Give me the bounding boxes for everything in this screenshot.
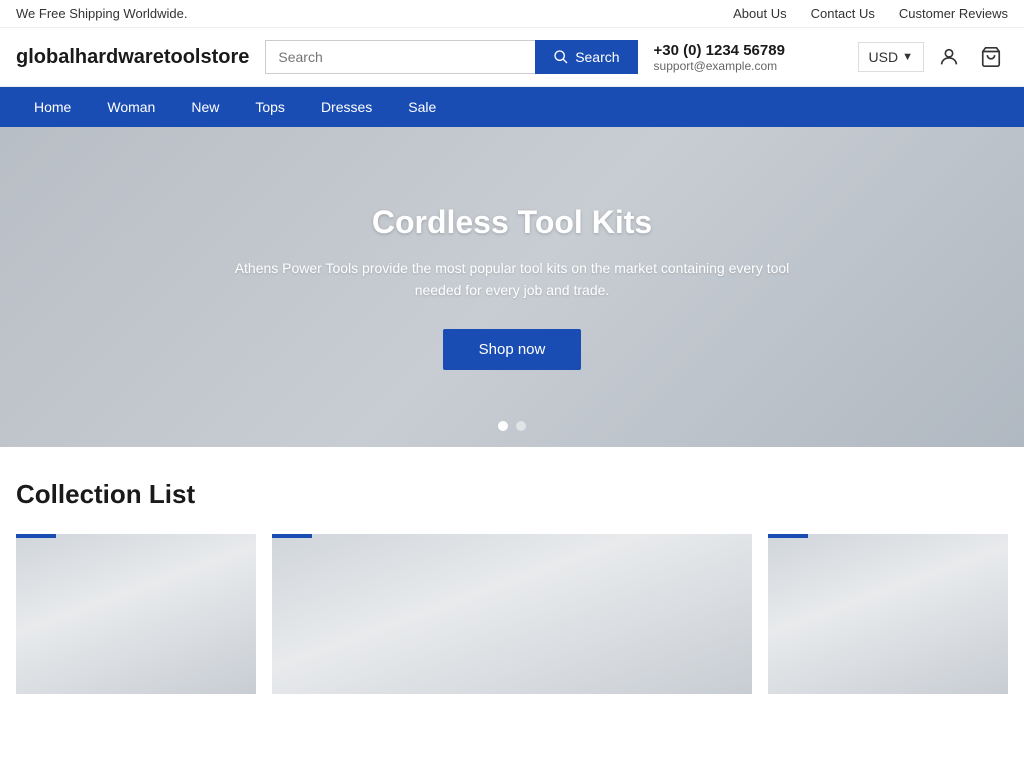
search-icon <box>553 49 569 65</box>
search-button-label: Search <box>575 49 619 65</box>
hero-description: Athens Power Tools provide the most popu… <box>212 257 812 302</box>
contact-phone: +30 (0) 1234 56789 <box>654 42 834 59</box>
customer-reviews-link[interactable]: Customer Reviews <box>899 6 1008 21</box>
nav-item-woman[interactable]: Woman <box>89 87 173 127</box>
nav-item-home[interactable]: Home <box>16 87 89 127</box>
card-accent-2 <box>272 534 312 538</box>
search-input[interactable] <box>265 40 535 74</box>
announcement-text: We Free Shipping Worldwide. <box>16 6 188 21</box>
site-logo[interactable]: globalhardwaretoolstore <box>16 46 249 69</box>
currency-label: USD <box>869 49 899 65</box>
nav-bar: Home Woman New Tops Dresses Sale <box>0 87 1024 127</box>
announcement-bar: We Free Shipping Worldwide. About Us Con… <box>0 0 1024 28</box>
card-accent-3 <box>768 534 808 538</box>
nav-item-tops[interactable]: Tops <box>237 87 303 127</box>
contact-info: +30 (0) 1234 56789 support@example.com <box>654 42 834 73</box>
nav-item-sale[interactable]: Sale <box>390 87 454 127</box>
collection-grid <box>16 534 1008 694</box>
chevron-down-icon: ▼ <box>902 51 913 63</box>
search-container: Search <box>265 40 637 74</box>
contact-us-link[interactable]: Contact Us <box>811 6 875 21</box>
collection-title: Collection List <box>16 479 1008 510</box>
account-button[interactable] <box>932 40 966 74</box>
currency-selector[interactable]: USD ▼ <box>858 42 924 72</box>
collection-card-2[interactable] <box>272 534 752 694</box>
card-accent-1 <box>16 534 56 538</box>
shop-now-button[interactable]: Shop now <box>443 329 582 370</box>
nav-item-new[interactable]: New <box>173 87 237 127</box>
header: globalhardwaretoolstore Search +30 (0) 1… <box>0 28 1024 87</box>
top-links: About Us Contact Us Customer Reviews <box>733 6 1008 21</box>
search-button[interactable]: Search <box>535 40 637 74</box>
cart-button[interactable] <box>974 40 1008 74</box>
collection-card-1[interactable] <box>16 534 256 694</box>
contact-email: support@example.com <box>654 59 834 73</box>
hero-dots <box>498 421 526 431</box>
cart-icon <box>980 46 1002 68</box>
hero-title: Cordless Tool Kits <box>372 204 652 241</box>
hero-banner: Cordless Tool Kits Athens Power Tools pr… <box>0 127 1024 447</box>
about-us-link[interactable]: About Us <box>733 6 786 21</box>
collection-card-3[interactable] <box>768 534 1008 694</box>
hero-dot-1[interactable] <box>498 421 508 431</box>
nav-item-dresses[interactable]: Dresses <box>303 87 390 127</box>
header-actions: USD ▼ <box>858 40 1008 74</box>
collection-section: Collection List <box>0 447 1024 694</box>
user-icon <box>938 46 960 68</box>
hero-dot-2[interactable] <box>516 421 526 431</box>
